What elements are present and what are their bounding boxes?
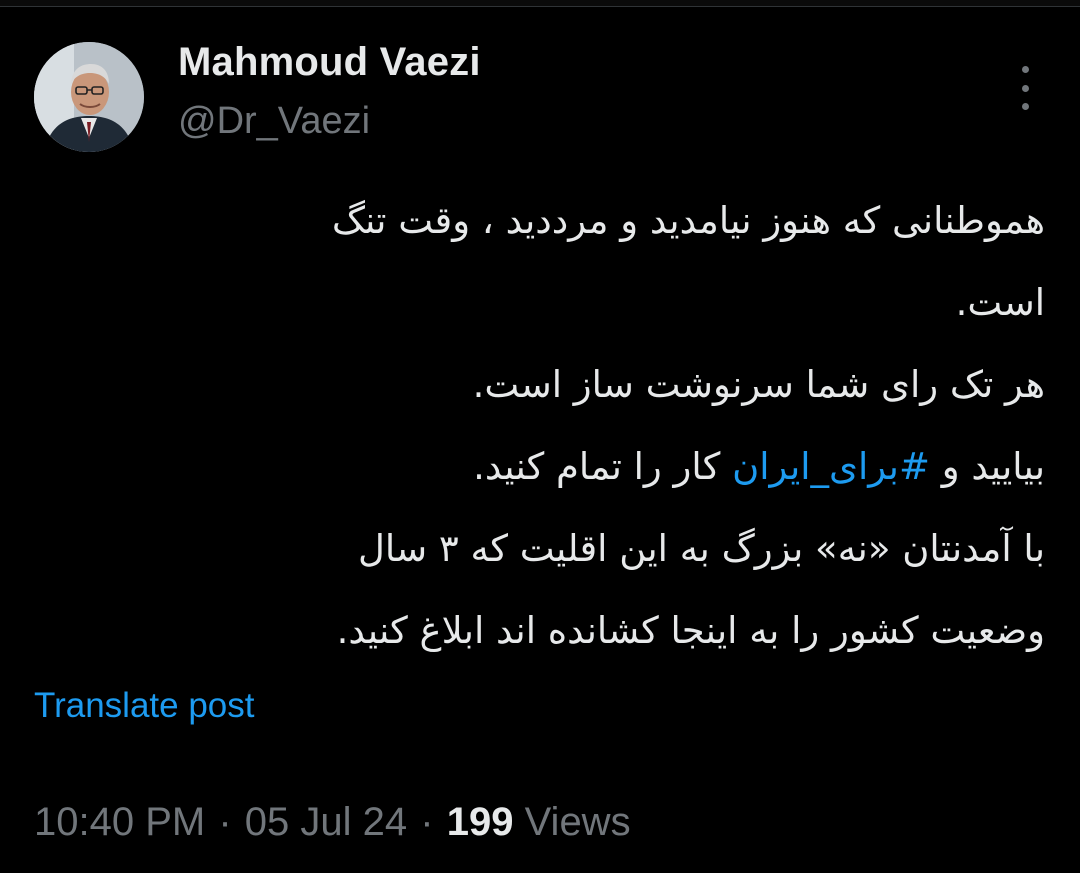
meta-separator: ·	[420, 800, 434, 844]
post-line: وضعیت کشور را به اینجا کشانده اند ابلاغ …	[336, 609, 1045, 652]
post-meta: 10:40 PM · 05 Jul 24 · 199 Views	[34, 800, 631, 845]
post-text: هموطنانی که هنوز نیامدید و مرددید ، وقت …	[120, 180, 1045, 672]
top-divider	[0, 0, 1080, 7]
translate-post-link[interactable]: Translate post	[34, 686, 254, 726]
author-name[interactable]: Mahmoud Vaezi	[178, 40, 481, 85]
views-label: Views	[524, 800, 631, 844]
post-line: است.	[955, 281, 1045, 324]
post-time[interactable]: 10:40 PM	[34, 800, 205, 844]
more-vertical-icon-dot	[1021, 84, 1029, 92]
post-line-segment: کار را تمام کنید.	[473, 445, 733, 488]
post-line: با آمدنتان «نه» بزرگ به این اقلیت که ۳ س…	[357, 527, 1045, 570]
views-count[interactable]: 199	[447, 800, 514, 844]
post-line-with-hashtag: بیایید و #برای_ایران کار را تمام کنید.	[120, 426, 1045, 508]
post-date[interactable]: 05 Jul 24	[245, 800, 407, 844]
hashtag-link[interactable]: #برای_ایران	[732, 445, 930, 488]
post-line: هموطنانی که هنوز نیامدید و مرددید ، وقت …	[331, 199, 1045, 242]
author-handle[interactable]: @Dr_Vaezi	[178, 100, 370, 143]
meta-separator: ·	[218, 800, 232, 844]
post-line-segment: بیایید و	[929, 445, 1045, 488]
author-avatar[interactable]	[34, 42, 144, 152]
post-line: هر تک رای شما سرنوشت ساز است.	[472, 363, 1045, 406]
avatar-photo-icon	[34, 42, 144, 152]
more-vertical-icon	[1021, 66, 1029, 73]
more-vertical-icon-dot	[1021, 103, 1029, 110]
more-options-button[interactable]	[1008, 66, 1042, 110]
